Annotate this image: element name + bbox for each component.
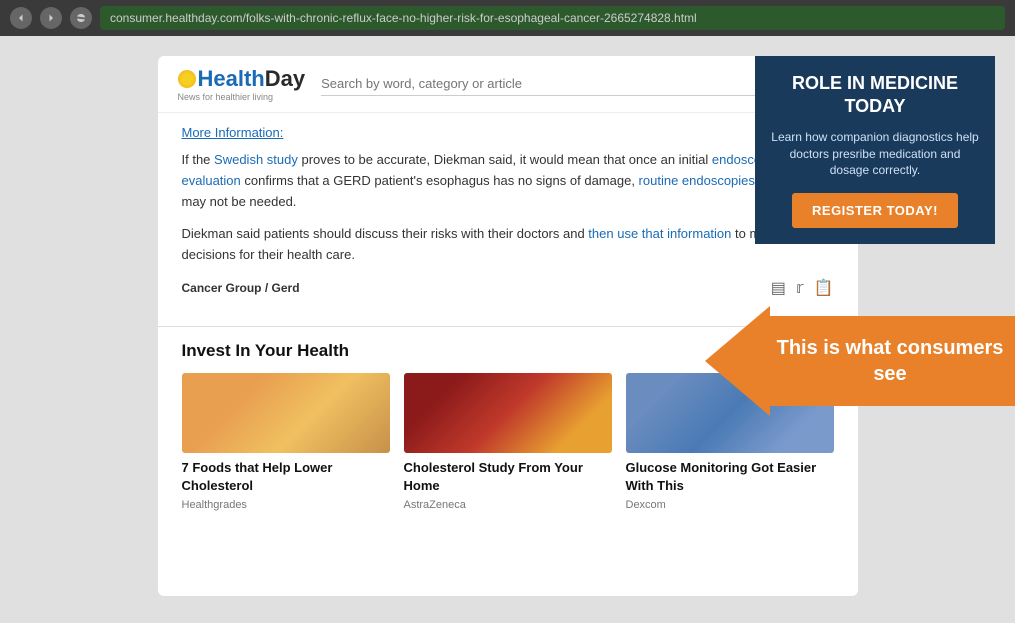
register-button[interactable]: REGISTER TODAY! xyxy=(792,193,958,228)
ad-source-3: Dexcom xyxy=(626,499,834,511)
arrow-annotation: This is what consumers see xyxy=(705,306,1015,416)
annotation-text: This is what consumers see xyxy=(775,335,1005,387)
article-para-2: Diekman said patients should discuss the… xyxy=(182,224,834,266)
browser-chrome: consumer.healthday.com/folks-with-chroni… xyxy=(0,0,1015,36)
logo-area: HealthDay News for healthier living xyxy=(178,66,306,102)
blue-ad-title: ROLE IN MEDICINE TODAY xyxy=(771,72,979,119)
address-bar[interactable]: consumer.healthday.com/folks-with-chroni… xyxy=(100,6,1005,30)
logo-sun-icon xyxy=(178,70,196,88)
arrow-head xyxy=(705,306,770,416)
ad-image-salmon xyxy=(182,373,390,453)
ad-title-2: Cholesterol Study From Your Home xyxy=(404,459,612,495)
right-panel: ROLE IN MEDICINE TODAY Learn how compani… xyxy=(755,56,995,244)
reload-button[interactable] xyxy=(70,7,92,29)
back-button[interactable] xyxy=(10,7,32,29)
logo: HealthDay xyxy=(178,66,306,92)
forward-button[interactable] xyxy=(40,7,62,29)
ad-title-1: 7 Foods that Help Lower Cholesterol xyxy=(182,459,390,495)
site-header: HealthDay News for healthier living 🔍 ☰ xyxy=(158,56,858,113)
tags-text: Cancer Group / Gerd xyxy=(182,281,300,295)
more-info-link[interactable]: More Information: xyxy=(182,125,834,140)
search-input[interactable] xyxy=(321,72,771,96)
share-icon[interactable]: 📋 xyxy=(814,278,834,298)
arrow-shape: This is what consumers see xyxy=(705,306,1015,416)
logo-tagline: News for healthier living xyxy=(178,92,274,102)
blue-ad: ROLE IN MEDICINE TODAY Learn how compani… xyxy=(755,56,995,244)
ad-source-1: Healthgrades xyxy=(182,499,390,511)
article-para-1: If the Swedish study proves to be accura… xyxy=(182,150,834,212)
blue-ad-text: Learn how companion diagnostics help doc… xyxy=(771,129,979,179)
ad-card-1[interactable]: 7 Foods that Help Lower Cholesterol Heal… xyxy=(182,373,390,511)
ad-title-3: Glucose Monitoring Got Easier With This xyxy=(626,459,834,495)
facebook-icon[interactable]: ▤ xyxy=(771,278,786,298)
logo-text: HealthDay xyxy=(198,66,306,92)
ad-card-2[interactable]: Cholesterol Study From Your Home AstraZe… xyxy=(404,373,612,511)
article-tags: Cancer Group / Gerd ▤ 𝕣 📋 xyxy=(182,278,834,298)
ad-image-cholesterol xyxy=(404,373,612,453)
article-area: More Information: If the Swedish study p… xyxy=(158,113,858,326)
page-wrapper: HealthDay News for healthier living 🔍 ☰ … xyxy=(0,36,1015,623)
invest-title: Invest In Your Health xyxy=(182,341,350,361)
ad-source-2: AstraZeneca xyxy=(404,499,612,511)
social-icons: ▤ 𝕣 📋 xyxy=(771,278,834,298)
twitter-icon[interactable]: 𝕣 xyxy=(796,278,804,298)
